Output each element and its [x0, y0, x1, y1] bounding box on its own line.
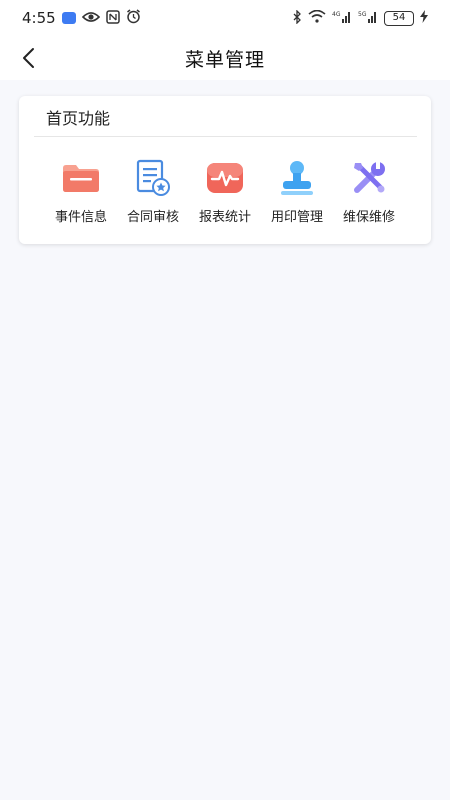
nav-bar: 菜单管理 — [0, 36, 450, 80]
menu-item-contract-review[interactable]: 合同审核 — [117, 158, 189, 228]
menu-item-label: 事件信息 — [54, 210, 107, 225]
menu-item-report-stats[interactable]: 报表统计 — [189, 158, 261, 228]
menu-item-maintenance[interactable]: 维保维修 — [333, 158, 405, 228]
page-title: 菜单管理 — [184, 48, 265, 71]
signal-4g-icon: 4G — [332, 10, 352, 26]
stamp-icon — [277, 158, 317, 198]
alarm-icon — [126, 9, 141, 27]
back-button[interactable] — [14, 44, 42, 72]
nfc-icon — [105, 9, 120, 27]
status-right: 4G 5G 54 — [292, 8, 428, 27]
menu-item-label: 维保维修 — [342, 210, 395, 225]
menu-item-seal-management[interactable]: 用印管理 — [261, 158, 333, 228]
app-notification-icon — [61, 12, 76, 24]
status-left: 4:55 — [22, 9, 141, 27]
wifi-icon — [308, 9, 326, 26]
menu-item-label: 报表统计 — [198, 210, 251, 225]
contract-icon — [133, 158, 173, 198]
folder-icon — [61, 158, 101, 198]
menu-item-event-info[interactable]: 事件信息 — [45, 158, 117, 228]
status-time: 4:55 — [22, 9, 56, 27]
svg-text:4G: 4G — [332, 11, 341, 18]
eye-icon — [81, 11, 100, 26]
signal-5g-icon: 5G — [358, 10, 378, 26]
home-functions-card: 首页功能 事件信息 合同审核 报表统计 用印管理 维保维修 — [19, 96, 431, 244]
battery-indicator: 54 — [384, 10, 414, 26]
charging-icon — [420, 10, 428, 26]
chevron-left-icon — [23, 48, 34, 68]
menu-item-label: 合同审核 — [126, 210, 179, 225]
section-title: 首页功能 — [46, 109, 111, 128]
section-divider — [34, 136, 417, 137]
tools-icon — [349, 158, 389, 198]
bluetooth-icon — [292, 8, 302, 27]
pulse-chart-icon — [205, 158, 245, 198]
status-bar: 4:55 4G 5G 54 — [0, 0, 450, 36]
menu-item-label: 用印管理 — [270, 210, 323, 225]
svg-text:5G: 5G — [358, 11, 367, 18]
menu-grid: 事件信息 合同审核 报表统计 用印管理 维保维修 — [45, 158, 405, 228]
